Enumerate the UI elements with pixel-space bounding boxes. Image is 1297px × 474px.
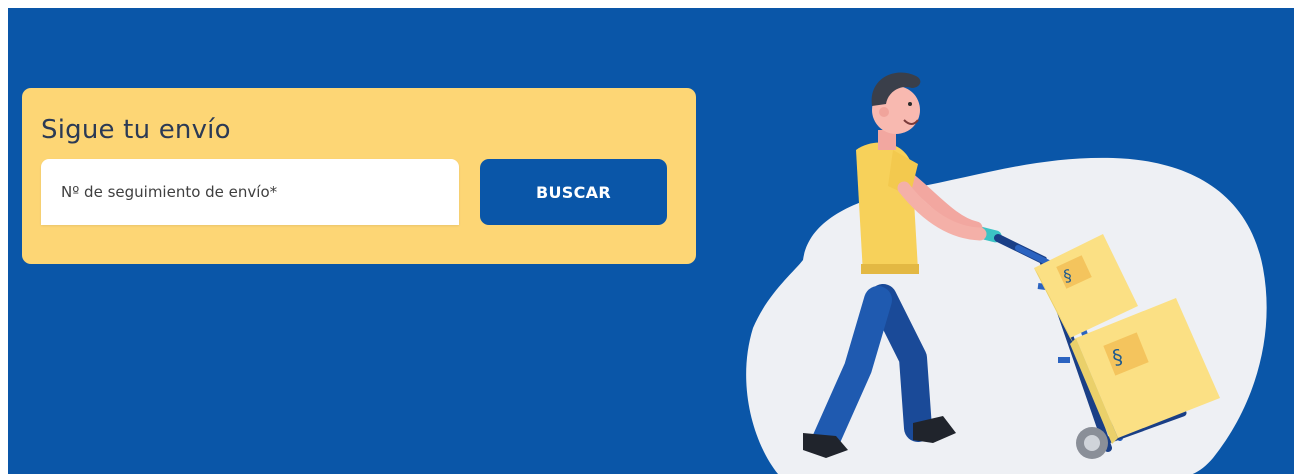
tracking-number-input[interactable] [41,159,459,225]
hand-truck-wheel [1076,427,1108,459]
delivery-man-illustration: § § [746,72,1267,474]
tracking-card: Sigue tu envío BUSCAR [22,88,696,264]
tracking-input-container [41,159,459,225]
search-button[interactable]: BUSCAR [480,159,667,225]
tracking-banner: Sigue tu envío BUSCAR § § [8,8,1294,474]
tracking-title: Sigue tu envío [41,115,231,145]
